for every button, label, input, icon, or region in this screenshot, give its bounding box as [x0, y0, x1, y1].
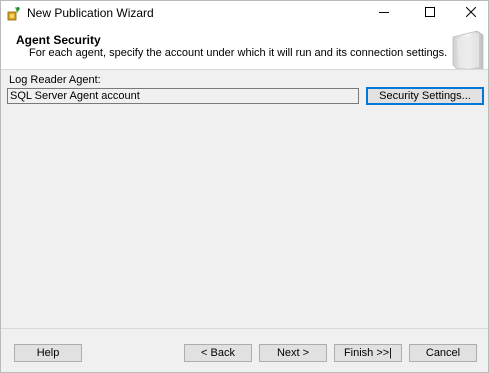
close-button[interactable]: [449, 1, 489, 26]
maximize-button[interactable]: [408, 1, 452, 26]
agent-account-field[interactable]: SQL Server Agent account: [7, 88, 359, 104]
wizard-page-graphic: [447, 29, 487, 70]
wizard-page-header: Agent Security For each agent, specify t…: [1, 26, 488, 70]
minimize-button[interactable]: [362, 1, 406, 26]
help-button[interactable]: Help: [14, 344, 82, 362]
footer-divider: [1, 328, 488, 329]
security-settings-button[interactable]: Security Settings...: [366, 87, 484, 105]
wizard-app-icon: [7, 6, 21, 21]
cancel-button[interactable]: Cancel: [409, 344, 477, 362]
title-bar[interactable]: New Publication Wizard: [1, 1, 488, 26]
next-button[interactable]: Next >: [259, 344, 327, 362]
page-subtitle: For each agent, specify the account unde…: [29, 47, 448, 59]
log-reader-agent-label: Log Reader Agent:: [9, 74, 101, 86]
close-icon: [465, 6, 477, 20]
page-title: Agent Security: [16, 33, 101, 47]
back-button[interactable]: < Back: [184, 344, 252, 362]
window-title: New Publication Wizard: [27, 6, 154, 20]
wizard-window: New Publication Wizard Agent Security Fo…: [0, 0, 489, 373]
maximize-icon: [425, 7, 435, 20]
minimize-icon: [379, 7, 389, 20]
finish-button[interactable]: Finish >>|: [334, 344, 402, 362]
